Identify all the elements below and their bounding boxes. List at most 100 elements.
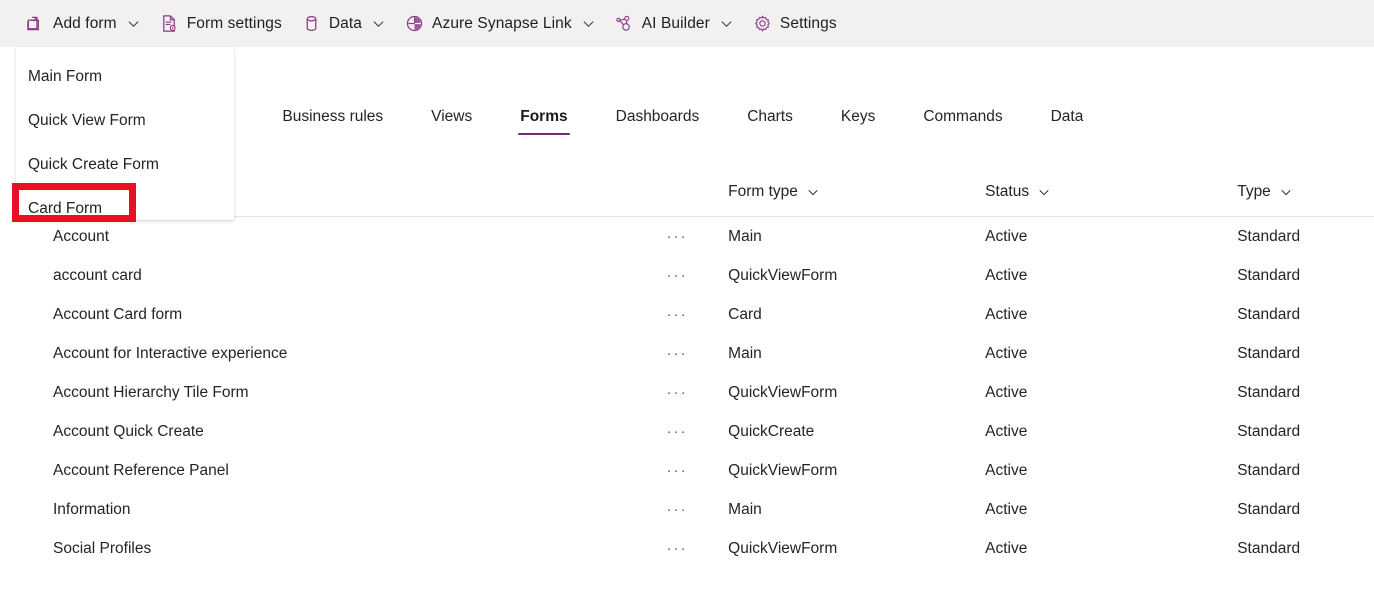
row-more-options-icon[interactable]: ···	[667, 462, 729, 479]
tab-business-rules[interactable]: Business rules	[280, 104, 385, 135]
chevron-down-icon[interactable]	[720, 17, 733, 30]
row-form-name[interactable]: Information	[36, 501, 667, 519]
row-form-type: Card	[728, 305, 762, 323]
row-more-options-icon[interactable]: ···	[667, 228, 729, 245]
tab-charts-label: Charts	[747, 108, 793, 125]
menu-item-card-form-label: Card Form	[28, 200, 103, 217]
row-form-type: Main	[728, 500, 762, 518]
column-header-status[interactable]: Status	[985, 183, 1237, 201]
row-form-type: QuickViewForm	[728, 461, 838, 479]
gear-icon	[753, 14, 772, 33]
command-form-settings-label: Form settings	[186, 14, 282, 32]
menu-item-quick-create-form[interactable]: Quick Create Form	[16, 143, 234, 187]
column-header-type[interactable]: Type	[1237, 183, 1374, 201]
row-status: Active	[985, 344, 1028, 362]
row-type: Standard	[1237, 461, 1301, 479]
row-form-type: Main	[728, 344, 762, 362]
database-icon	[302, 14, 321, 33]
row-more-options-icon[interactable]: ···	[667, 423, 729, 440]
tab-keys-label: Keys	[840, 108, 876, 125]
row-form-type: QuickViewForm	[728, 539, 838, 557]
column-header-form-type[interactable]: Form type	[728, 183, 985, 201]
menu-item-main-form[interactable]: Main Form	[16, 55, 234, 99]
chevron-down-icon[interactable]	[1280, 186, 1292, 198]
command-add-form[interactable]: Add form	[16, 6, 150, 42]
table-row[interactable]: Account Reference Panel ··· QuickViewForm A…	[0, 451, 1374, 490]
row-more-options-icon[interactable]: ···	[667, 345, 729, 362]
command-form-settings[interactable]: Form settings	[150, 6, 292, 42]
tab-business-rules-label: Business rules	[282, 108, 384, 125]
menu-item-quick-view-form[interactable]: Quick View Form	[16, 99, 234, 143]
row-form-name[interactable]: Social Profiles	[36, 540, 667, 558]
command-ai-builder-label: AI Builder	[641, 14, 710, 32]
command-ai-builder[interactable]: AI Builder	[605, 6, 743, 42]
row-status: Active	[985, 383, 1028, 401]
row-form-type: Main	[728, 227, 762, 245]
row-type: Standard	[1237, 422, 1301, 440]
table-row[interactable]: Account Card form ··· Card Active Standard	[0, 295, 1374, 334]
command-settings-label: Settings	[779, 14, 837, 32]
row-type: Standard	[1237, 266, 1301, 284]
command-add-form-label: Add form	[53, 14, 117, 32]
tab-charts[interactable]: Charts	[745, 104, 795, 135]
tab-data[interactable]: Data	[1049, 104, 1086, 135]
row-form-name[interactable]: Account Card form	[36, 306, 667, 324]
tab-views[interactable]: Views	[429, 104, 474, 135]
row-more-options-icon[interactable]: ···	[667, 501, 729, 518]
command-settings[interactable]: Settings	[743, 6, 847, 42]
chevron-down-icon[interactable]	[1038, 186, 1050, 198]
row-type: Standard	[1237, 383, 1301, 401]
command-data[interactable]: Data	[292, 6, 395, 42]
row-status: Active	[985, 461, 1028, 479]
row-status: Active	[985, 500, 1028, 518]
row-status: Active	[985, 539, 1028, 557]
tab-dashboards-label: Dashboards	[615, 108, 700, 125]
table-body: Account ··· Main Active Standard account card…	[0, 217, 1374, 568]
command-azure-synapse-link-label: Azure Synapse Link	[432, 14, 572, 32]
chevron-down-icon[interactable]	[582, 17, 595, 30]
tab-dashboards[interactable]: Dashboards	[614, 104, 702, 135]
row-form-name[interactable]: Account for Interactive experience	[36, 345, 667, 363]
row-status: Active	[985, 266, 1028, 284]
chevron-down-icon[interactable]	[127, 17, 140, 30]
tab-commands[interactable]: Commands	[921, 104, 1004, 135]
row-more-options-icon[interactable]: ···	[667, 384, 729, 401]
table-row[interactable]: Account Hierarchy Tile Form ··· QuickViewF…	[0, 373, 1374, 412]
row-status: Active	[985, 305, 1028, 323]
tab-keys[interactable]: Keys	[839, 104, 877, 135]
menu-item-quick-create-form-label: Quick Create Form	[28, 156, 159, 173]
row-form-name[interactable]: Account Quick Create	[36, 423, 667, 441]
column-header-form-type-label: Form type	[728, 183, 798, 200]
command-azure-synapse-link[interactable]: Azure Synapse Link	[395, 6, 605, 42]
row-type: Standard	[1237, 500, 1301, 518]
row-more-options-icon[interactable]: ···	[667, 306, 729, 323]
chevron-down-icon[interactable]	[372, 17, 385, 30]
menu-item-card-form[interactable]: Card Form	[16, 187, 234, 231]
menu-item-main-form-label: Main Form	[28, 68, 103, 85]
add-form-dropdown-menu: Main Form Quick View Form Quick Create F…	[16, 47, 234, 220]
table-row[interactable]: Social Profiles ··· QuickViewForm Active Sta…	[0, 529, 1374, 568]
chevron-down-icon[interactable]	[807, 186, 819, 198]
row-type: Standard	[1237, 305, 1301, 323]
table-row[interactable]: Account for Interactive experience ··· Mai…	[0, 334, 1374, 373]
row-form-name[interactable]: Account Hierarchy Tile Form	[36, 384, 667, 402]
row-more-options-icon[interactable]: ···	[667, 267, 729, 284]
table-row[interactable]: Information ··· Main Active Standard	[0, 490, 1374, 529]
row-form-type: QuickCreate	[728, 422, 815, 440]
tab-forms[interactable]: Forms	[518, 104, 571, 135]
row-type: Standard	[1237, 227, 1301, 245]
form-settings-icon	[160, 14, 179, 33]
row-form-type: QuickViewForm	[728, 266, 838, 284]
table-row[interactable]: Account Quick Create ··· QuickCreate Active…	[0, 412, 1374, 451]
command-bar: Add form Form settings Data Azure Synaps…	[0, 0, 1374, 47]
table-row[interactable]: account card ··· QuickViewForm Active Standa…	[0, 256, 1374, 295]
add-form-icon	[26, 14, 45, 33]
row-form-name[interactable]: account card	[36, 267, 667, 285]
tab-data-label: Data	[1050, 108, 1084, 125]
row-status: Active	[985, 422, 1028, 440]
command-data-label: Data	[328, 14, 363, 32]
synapse-icon	[405, 14, 424, 33]
row-more-options-icon[interactable]: ···	[667, 540, 729, 557]
tab-forms-label: Forms	[520, 108, 568, 125]
row-form-name[interactable]: Account Reference Panel	[36, 462, 667, 480]
